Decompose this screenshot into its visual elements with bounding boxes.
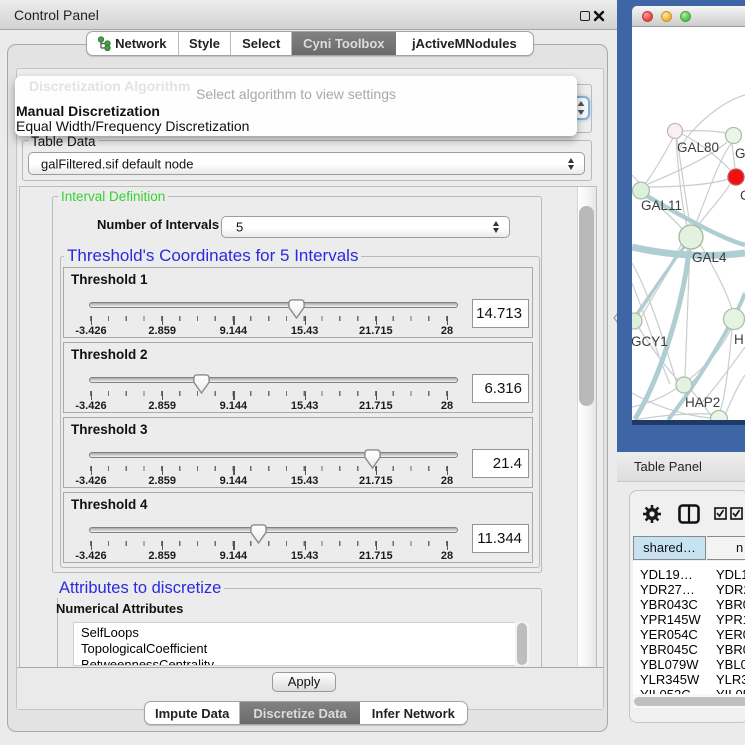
svg-text:GAL: GAL [735, 146, 745, 161]
svg-text:HIS: HIS [734, 332, 745, 347]
svg-text:GAL4: GAL4 [692, 250, 727, 265]
svg-text:GAL80: GAL80 [677, 140, 719, 155]
svg-text:GCY1: GCY1 [632, 334, 668, 349]
svg-text:GAL11: GAL11 [641, 198, 682, 213]
svg-text:C: C [740, 188, 745, 203]
svg-text:HAP2: HAP2 [685, 395, 720, 410]
